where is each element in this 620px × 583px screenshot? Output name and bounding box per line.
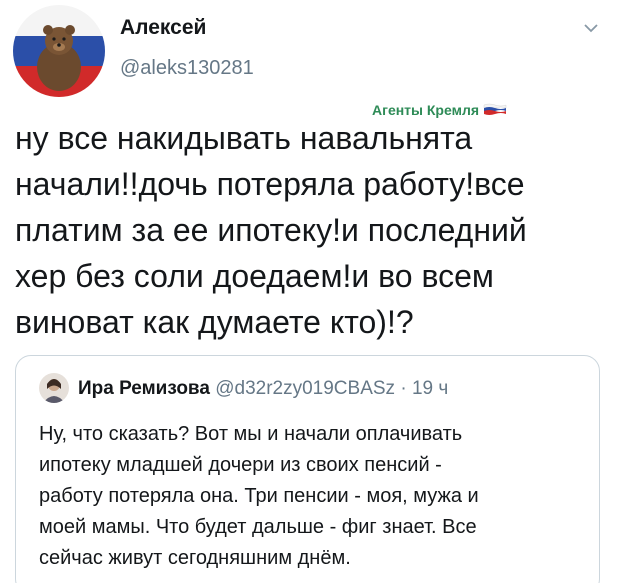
quoted-tweet-card[interactable]: Ира Ремизова @d32r2zy019CBASz · 19 ч Ну,…	[15, 355, 600, 583]
quoted-tweet-text: Ну, что сказать? Вот мы и начали оплачив…	[39, 423, 479, 569]
quoted-author-name[interactable]: Ира Ремизова	[78, 378, 210, 399]
chevron-down-icon[interactable]	[583, 21, 599, 33]
author-handle[interactable]: @aleks130281	[120, 57, 254, 80]
quoted-author-avatar[interactable]	[39, 373, 69, 403]
author-avatar[interactable]	[13, 5, 105, 97]
quoted-tweet-header: Ира Ремизова @d32r2zy019CBASz · 19 ч	[78, 378, 448, 400]
tweet-screenshot: Алексей @aleks130281 Агенты Кремля ну вс…	[0, 0, 620, 583]
bear-avatar-icon	[13, 5, 105, 97]
quoted-author-handle[interactable]: @d32r2zy019CBASz	[215, 378, 395, 399]
author-name[interactable]: Алексей	[120, 16, 206, 40]
person-avatar-icon	[39, 373, 69, 403]
tweet-text: ну все накидывать навальнята начали!!доч…	[15, 120, 527, 340]
separator-dot: ·	[400, 378, 407, 399]
quoted-tweet-time[interactable]: 19 ч	[412, 378, 448, 399]
